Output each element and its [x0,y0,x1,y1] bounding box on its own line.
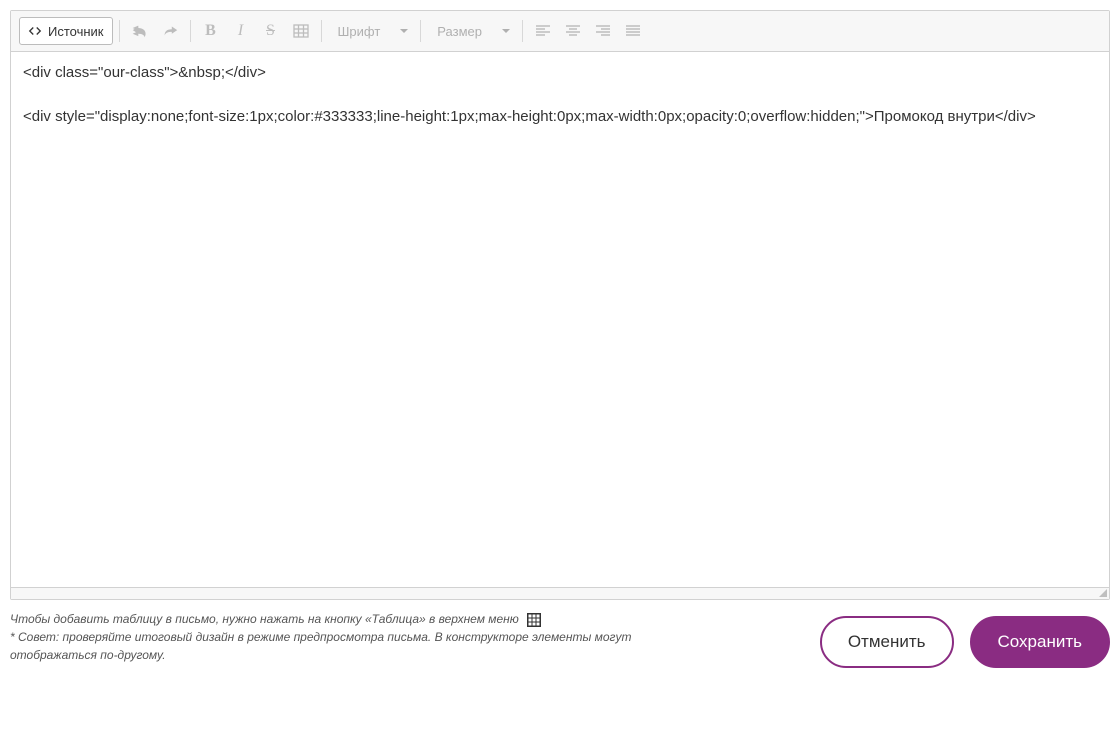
action-buttons: Отменить Сохранить [820,616,1110,668]
strike-icon: S [266,22,275,40]
resize-handle[interactable] [1099,589,1107,597]
tip-line-1: Чтобы добавить таблицу в письмо, нужно н… [10,610,519,628]
chevron-down-icon [502,29,510,33]
redo-icon [161,23,179,39]
italic-button[interactable]: I [227,17,255,45]
toolbar-separator [119,20,120,42]
font-dropdown[interactable]: Шрифт [328,17,415,45]
align-center-button[interactable] [559,17,587,45]
toolbar-separator [420,20,421,42]
source-icon [28,24,42,38]
redo-button[interactable] [156,17,184,45]
tips-block: Чтобы добавить таблицу в письмо, нужно н… [10,610,670,664]
align-center-icon [565,24,581,38]
editor-toolbar: Источник B I S Шриф [11,11,1109,52]
editor-footer-bar [11,587,1109,599]
bold-button[interactable]: B [197,17,225,45]
source-textarea[interactable] [11,52,1109,582]
align-justify-button[interactable] [619,17,647,45]
size-dropdown-label: Размер [437,24,482,39]
undo-icon [131,23,149,39]
toolbar-separator [190,20,191,42]
table-icon [293,23,309,39]
align-right-button[interactable] [589,17,617,45]
editor-container: Источник B I S Шриф [10,10,1110,600]
source-button[interactable]: Источник [19,17,113,45]
font-dropdown-label: Шрифт [338,24,381,39]
cancel-button[interactable]: Отменить [820,616,954,668]
source-button-label: Источник [48,24,104,39]
bottom-row: Чтобы добавить таблицу в письмо, нужно н… [10,610,1110,668]
undo-button[interactable] [126,17,154,45]
toolbar-separator [522,20,523,42]
align-justify-icon [625,24,641,38]
table-icon [527,610,541,628]
italic-icon: I [238,22,243,40]
align-left-button[interactable] [529,17,557,45]
table-button[interactable] [287,17,315,45]
align-left-icon [535,24,551,38]
chevron-down-icon [400,29,408,33]
tip-line-2: * Совет: проверяйте итоговый дизайн в ре… [10,628,670,664]
save-button[interactable]: Сохранить [970,616,1110,668]
strike-button[interactable]: S [257,17,285,45]
toolbar-separator [321,20,322,42]
bold-icon: B [205,22,216,40]
align-right-icon [595,24,611,38]
size-dropdown[interactable]: Размер [427,17,516,45]
